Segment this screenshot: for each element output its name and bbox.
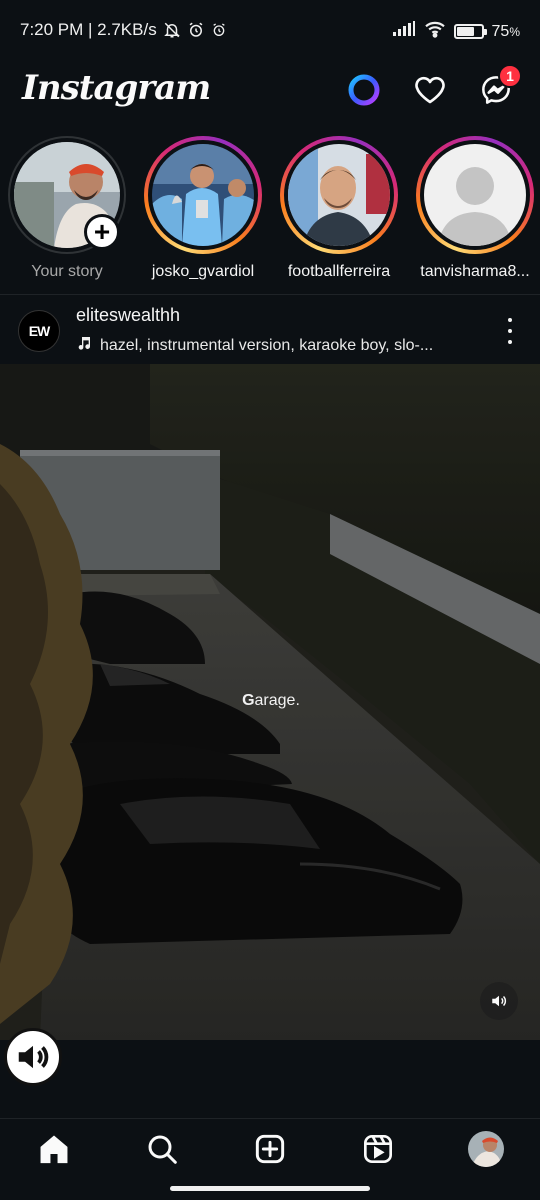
meta-ai-icon[interactable] [346, 72, 382, 108]
caption-rest: arage. [254, 692, 300, 709]
battery-icon [453, 24, 487, 39]
battery-fill [456, 27, 475, 36]
story-ring [144, 136, 262, 254]
story-ring [280, 136, 398, 254]
music-note-icon [76, 335, 92, 356]
post-media[interactable]: Garage. [0, 364, 540, 1040]
divider [0, 294, 540, 295]
story-username: tanvisharma8... [420, 263, 530, 280]
create-icon[interactable] [250, 1129, 290, 1169]
search-icon[interactable] [142, 1129, 182, 1169]
home-icon[interactable] [34, 1129, 74, 1169]
profile-avatar[interactable] [466, 1129, 506, 1169]
battery-unit: % [509, 24, 520, 39]
story-username: Your story [31, 263, 103, 280]
stories-tray: + Your story josko_gvardiol footballferr… [0, 136, 540, 288]
instagram-logo[interactable]: Instagram [22, 68, 211, 108]
story-username: josko_gvardiol [151, 263, 255, 280]
more-options-button[interactable] [496, 316, 524, 346]
messenger-icon[interactable]: 1 [478, 64, 522, 108]
app-header: Instagram 1 [0, 62, 540, 122]
post-header: EW eliteswealthh hazel, instrumental ver… [0, 296, 540, 364]
reels-icon[interactable] [358, 1129, 398, 1169]
battery-value: 75 [491, 22, 510, 40]
story-inner [284, 140, 394, 250]
notification-badge: 1 [498, 64, 522, 88]
story-ring [416, 136, 534, 254]
story-username: footballferreira [287, 263, 391, 280]
post-caption: Garage. [0, 692, 540, 710]
wifi-icon [424, 20, 446, 43]
battery-text: 75% [492, 23, 520, 41]
status-left: 7:20 PM | 2.7KB/s [20, 20, 227, 40]
story-inner [148, 140, 258, 250]
mute-bell-icon [163, 21, 181, 39]
alarm-icon-2 [211, 22, 227, 38]
story-footballferreira[interactable]: footballferreira [274, 136, 404, 281]
status-bar: 7:20 PM | 2.7KB/s 75% [0, 0, 540, 62]
audio-title: hazel, instrumental version, karaoke boy… [100, 336, 434, 354]
caption-first: G [242, 692, 255, 709]
story-your-story[interactable]: + Your story [2, 136, 132, 281]
add-story-button[interactable]: + [84, 214, 120, 250]
avatar [288, 144, 390, 246]
post-audio[interactable]: hazel, instrumental version, karaoke boy… [76, 335, 433, 356]
post-avatar[interactable]: EW [18, 310, 60, 352]
story-tanvisharma[interactable]: tanvisharma8... [410, 136, 540, 281]
alarm-icon [187, 21, 205, 39]
heart-icon[interactable] [412, 72, 448, 108]
floating-volume-icon[interactable] [4, 1028, 62, 1086]
avatar [152, 144, 254, 246]
home-indicator [170, 1186, 370, 1191]
volume-icon[interactable] [480, 982, 518, 1020]
story-josko-gvardiol[interactable]: josko_gvardiol [138, 136, 268, 281]
signal-icon [392, 21, 416, 42]
bottom-nav [0, 1118, 540, 1178]
status-right: 75% [392, 20, 520, 43]
status-time: 7:20 PM | 2.7KB/s [20, 20, 157, 39]
post-username[interactable]: eliteswealthh [76, 305, 180, 326]
default-avatar-icon [424, 144, 526, 246]
story-inner [420, 140, 530, 250]
avatar [468, 1131, 504, 1167]
